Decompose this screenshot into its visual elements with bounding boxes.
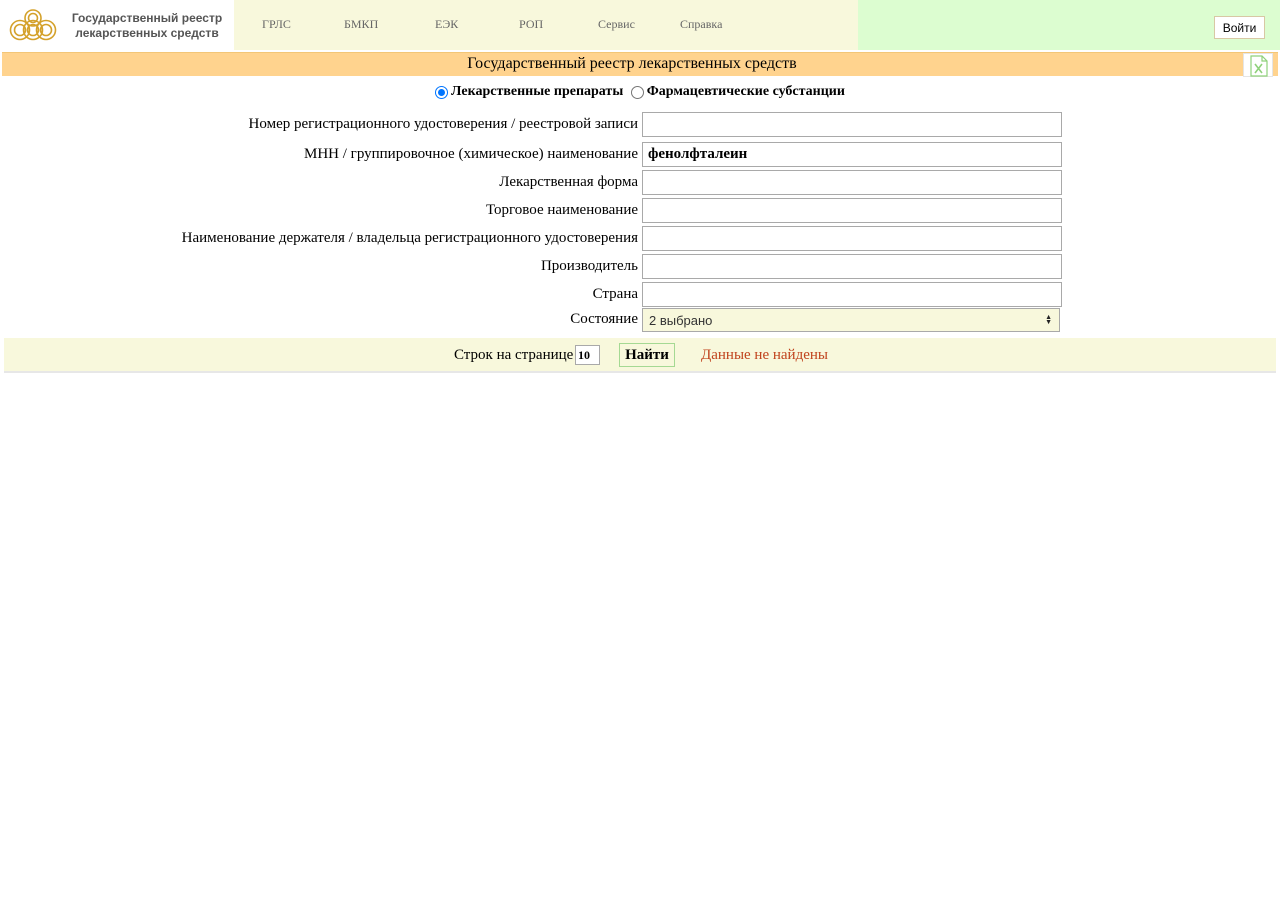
- form-row-reg-number: Номер регистрационного удостоверения / р…: [0, 112, 1280, 138]
- nav-help[interactable]: Справка: [680, 17, 722, 32]
- radio-pharma-substances[interactable]: Фармацевтические субстанции: [630, 84, 845, 100]
- nav-eek[interactable]: ЕЭК: [435, 17, 458, 32]
- select-arrows-icon: ▲ ▼: [1045, 314, 1052, 326]
- top-nav: ГРЛС БМКП ЕЭК РОП Сервис Справка: [234, 0, 858, 50]
- logo-line-2: лекарственных средств: [75, 26, 219, 40]
- manufacturer-label: Производитель: [540, 258, 638, 274]
- form-row-manufacturer: Производитель: [0, 254, 1280, 280]
- search-footer: Строк на странице Найти Данные не найден…: [4, 338, 1276, 373]
- find-button[interactable]: Найти: [619, 343, 675, 367]
- holder-input[interactable]: [642, 226, 1062, 251]
- logo-text: Государственный реестр лекарственных сре…: [62, 11, 232, 41]
- manufacturer-input[interactable]: [642, 254, 1062, 279]
- nav-grls[interactable]: ГРЛС: [262, 17, 291, 32]
- reg-number-label: Номер регистрационного удостоверения / р…: [248, 116, 638, 132]
- reg-number-input[interactable]: [642, 112, 1062, 137]
- nav-service[interactable]: Сервис: [598, 17, 635, 32]
- form-row-dosage-form: Лекарственная форма: [0, 170, 1280, 196]
- inn-label: МНН / группировочное (химическое) наимен…: [304, 146, 638, 162]
- logo[interactable]: Государственный реестр лекарственных сре…: [0, 0, 234, 50]
- radio-pharma-substances-label: Фармацевтические субстанции: [646, 84, 845, 99]
- page-title: Государственный реестр лекарственных сре…: [467, 55, 797, 72]
- nav-rop[interactable]: РОП: [519, 17, 543, 32]
- trade-name-input[interactable]: [642, 198, 1062, 223]
- form-row-state: Состояние 2 выбрано ▲ ▼: [0, 308, 1280, 334]
- form-row-inn: МНН / группировочное (химическое) наимен…: [0, 142, 1280, 168]
- radio-checked-icon[interactable]: [435, 85, 449, 99]
- header-right: Войти: [858, 0, 1280, 50]
- form-row-holder: Наименование держателя / владельца регис…: [0, 226, 1280, 252]
- rows-per-page-input[interactable]: [575, 345, 600, 365]
- state-label: Состояние: [570, 311, 638, 327]
- title-bar: Государственный реестр лекарственных сре…: [2, 52, 1278, 77]
- form-row-trade-name: Торговое наименование: [0, 198, 1280, 224]
- state-select[interactable]: 2 выбрано ▲ ▼: [642, 308, 1060, 332]
- country-label: Страна: [592, 286, 638, 302]
- form-row-country: Страна: [0, 282, 1280, 308]
- rows-per-page-label: Строк на странице: [454, 347, 574, 363]
- nav-bmkp[interactable]: БМКП: [344, 17, 378, 32]
- holder-label: Наименование держателя / владельца регис…: [181, 230, 638, 246]
- login-button[interactable]: Войти: [1214, 16, 1265, 39]
- logo-line-1: Государственный реестр: [71, 11, 223, 25]
- state-select-value: 2 выбрано: [649, 313, 713, 328]
- radio-medicinal-products-label: Лекарственные препараты: [451, 84, 624, 99]
- rings-logo-icon: [9, 9, 57, 41]
- radio-medicinal-products[interactable]: Лекарственные препараты: [435, 84, 623, 100]
- header: Государственный реестр лекарственных сре…: [0, 0, 1280, 50]
- excel-export-icon[interactable]: [1243, 53, 1273, 77]
- inn-input[interactable]: [642, 142, 1062, 167]
- dosage-form-label: Лекарственная форма: [499, 174, 638, 190]
- trade-name-label: Торговое наименование: [485, 202, 638, 218]
- status-message: Данные не найдены: [701, 347, 828, 363]
- dosage-form-input[interactable]: [642, 170, 1062, 195]
- type-selector: Лекарственные препараты Фармацевтические…: [0, 84, 1280, 104]
- radio-unchecked-icon[interactable]: [630, 85, 644, 99]
- country-input[interactable]: [642, 282, 1062, 307]
